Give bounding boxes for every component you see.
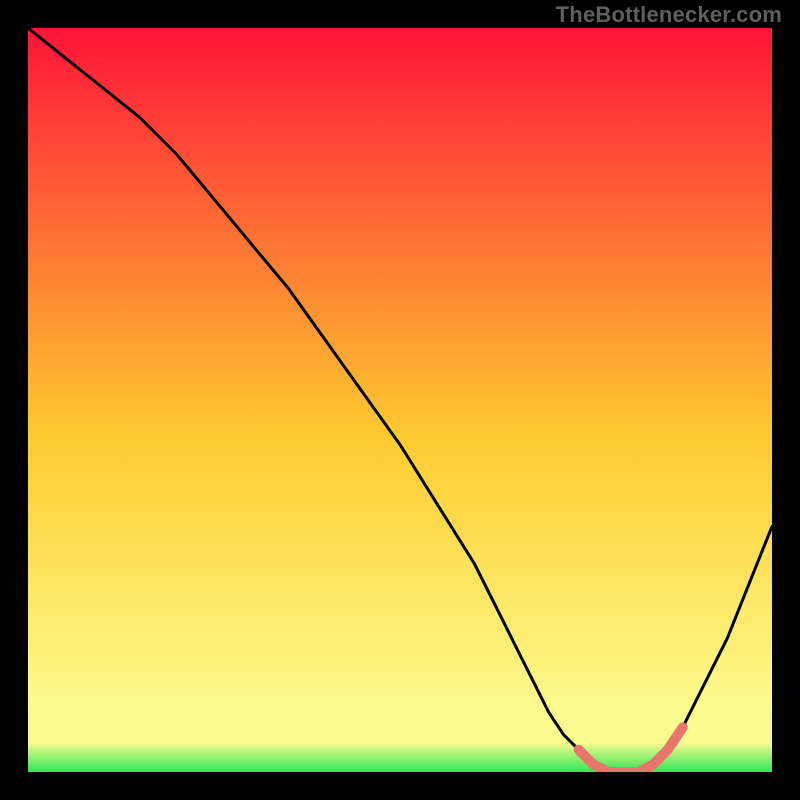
attribution-text: TheBottlenecker.com [556, 2, 782, 28]
chart-background [28, 28, 772, 772]
bottleneck-chart [28, 28, 772, 772]
